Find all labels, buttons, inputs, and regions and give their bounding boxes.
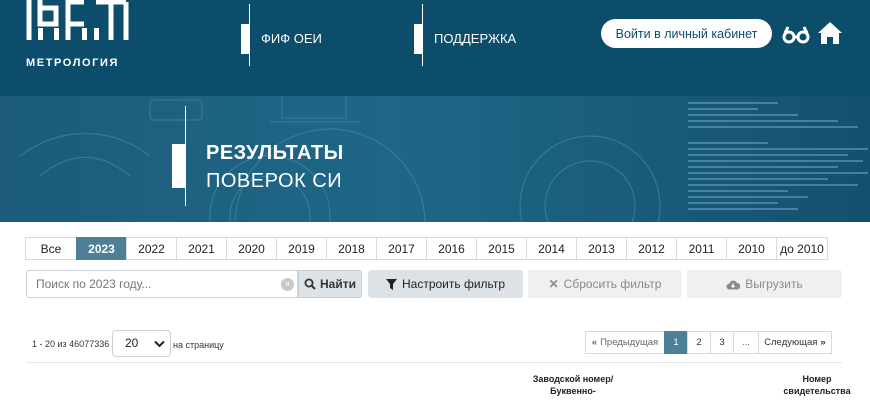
tab-year-before-2010[interactable]: до 2010 xyxy=(776,237,828,260)
nav-marker xyxy=(414,24,422,54)
next-page-label: Следующая xyxy=(764,337,818,348)
tab-year-2017[interactable]: 2017 xyxy=(376,237,427,260)
page-title: РЕЗУЛЬТАТЫ xyxy=(206,142,344,164)
banner-line xyxy=(185,106,186,206)
next-page-button[interactable]: Следующая » xyxy=(758,331,832,354)
close-icon: ✕ xyxy=(548,277,559,291)
prev-page-label: Предыдущая xyxy=(600,337,659,348)
find-button-label: Найти xyxy=(320,277,356,291)
reset-filter-button[interactable]: ✕ Сбросить фильтр xyxy=(528,270,682,298)
banner-marker xyxy=(172,144,185,188)
clear-icon[interactable]: × xyxy=(281,278,294,291)
page-ellipsis: ... xyxy=(733,331,759,354)
tab-year-2010[interactable]: 2010 xyxy=(726,237,777,260)
nav-marker-line xyxy=(249,4,250,66)
column-header-serial[interactable]: Заводской номер/ Буквенно- xyxy=(528,373,618,397)
reset-filter-label: Сбросить фильтр xyxy=(563,277,662,291)
cloud-download-icon xyxy=(726,280,741,289)
configure-filter-label: Настроить фильтр xyxy=(401,277,506,291)
chevron-down-icon xyxy=(154,340,165,348)
tab-year-2020[interactable]: 2020 xyxy=(226,237,277,260)
rst-logo-mark xyxy=(26,0,129,40)
page-subtitle: ПОВЕРОК СИ xyxy=(206,170,343,192)
tab-year-2019[interactable]: 2019 xyxy=(276,237,327,260)
pagination: « Предыдущая 1 2 3 ... Следующая » xyxy=(585,331,832,354)
tab-year-2013[interactable]: 2013 xyxy=(576,237,627,260)
find-button[interactable]: Найти xyxy=(298,270,362,298)
login-button[interactable]: Войти в личный кабинет xyxy=(601,19,772,48)
tab-year-2016[interactable]: 2016 xyxy=(426,237,477,260)
per-page-value: 20 xyxy=(125,336,139,350)
nav-support[interactable]: ПОДДЕРЖКА xyxy=(414,0,564,68)
per-page-select[interactable]: 20 xyxy=(112,330,171,357)
divider xyxy=(26,362,842,363)
tab-year-2018[interactable]: 2018 xyxy=(326,237,377,260)
page-3[interactable]: 3 xyxy=(710,331,734,354)
page-1[interactable]: 1 xyxy=(664,331,688,354)
logo-text: МЕТРОЛОГИЯ xyxy=(26,57,120,69)
configure-filter-button[interactable]: Настроить фильтр xyxy=(368,270,523,298)
tab-year-all[interactable]: Все xyxy=(25,237,77,260)
filter-icon xyxy=(385,278,397,290)
tab-year-2022[interactable]: 2022 xyxy=(126,237,177,260)
search-icon xyxy=(304,278,316,290)
tab-year-2012[interactable]: 2012 xyxy=(626,237,677,260)
banner-background-graphic xyxy=(19,96,868,222)
tab-year-2015[interactable]: 2015 xyxy=(476,237,527,260)
export-button[interactable]: Выгрузить xyxy=(687,270,842,298)
tab-year-2023[interactable]: 2023 xyxy=(76,237,127,260)
nav-support-label[interactable]: ПОДДЕРЖКА xyxy=(434,31,516,46)
year-tabs: Все 2023 2022 2021 2020 2019 2018 2017 2… xyxy=(25,237,828,260)
nav-marker-line xyxy=(422,4,423,66)
nav-marker xyxy=(241,24,249,54)
home-icon[interactable] xyxy=(817,21,843,45)
double-chevron-right-icon: » xyxy=(820,337,826,348)
tab-year-2014[interactable]: 2014 xyxy=(526,237,577,260)
site-header: МЕТРОЛОГИЯ ФИФ ОЕИ ПОДДЕРЖКА Войти в лич… xyxy=(0,0,870,96)
page-2[interactable]: 2 xyxy=(687,331,711,354)
tab-year-2011[interactable]: 2011 xyxy=(676,237,727,260)
page-banner: РЕЗУЛЬТАТЫ ПОВЕРОК СИ xyxy=(0,96,870,222)
tab-year-2021[interactable]: 2021 xyxy=(176,237,227,260)
prev-page-button[interactable]: « Предыдущая xyxy=(585,331,665,354)
nav-fif-oei-label[interactable]: ФИФ ОЕИ xyxy=(261,31,322,46)
export-label: Выгрузить xyxy=(745,277,803,291)
search-box: × xyxy=(26,270,298,298)
results-count: 1 - 20 из 46077336 xyxy=(32,339,110,349)
glasses-icon[interactable] xyxy=(782,24,810,44)
nav-fif-oei[interactable]: ФИФ ОЕИ xyxy=(241,0,381,68)
rst-logo[interactable]: МЕТРОЛОГИЯ xyxy=(24,0,134,74)
search-input[interactable] xyxy=(36,277,276,291)
double-chevron-left-icon: « xyxy=(591,337,598,348)
per-page-label: на страницу xyxy=(173,340,224,350)
column-header-certificate[interactable]: Номер свидетельства xyxy=(782,373,852,397)
